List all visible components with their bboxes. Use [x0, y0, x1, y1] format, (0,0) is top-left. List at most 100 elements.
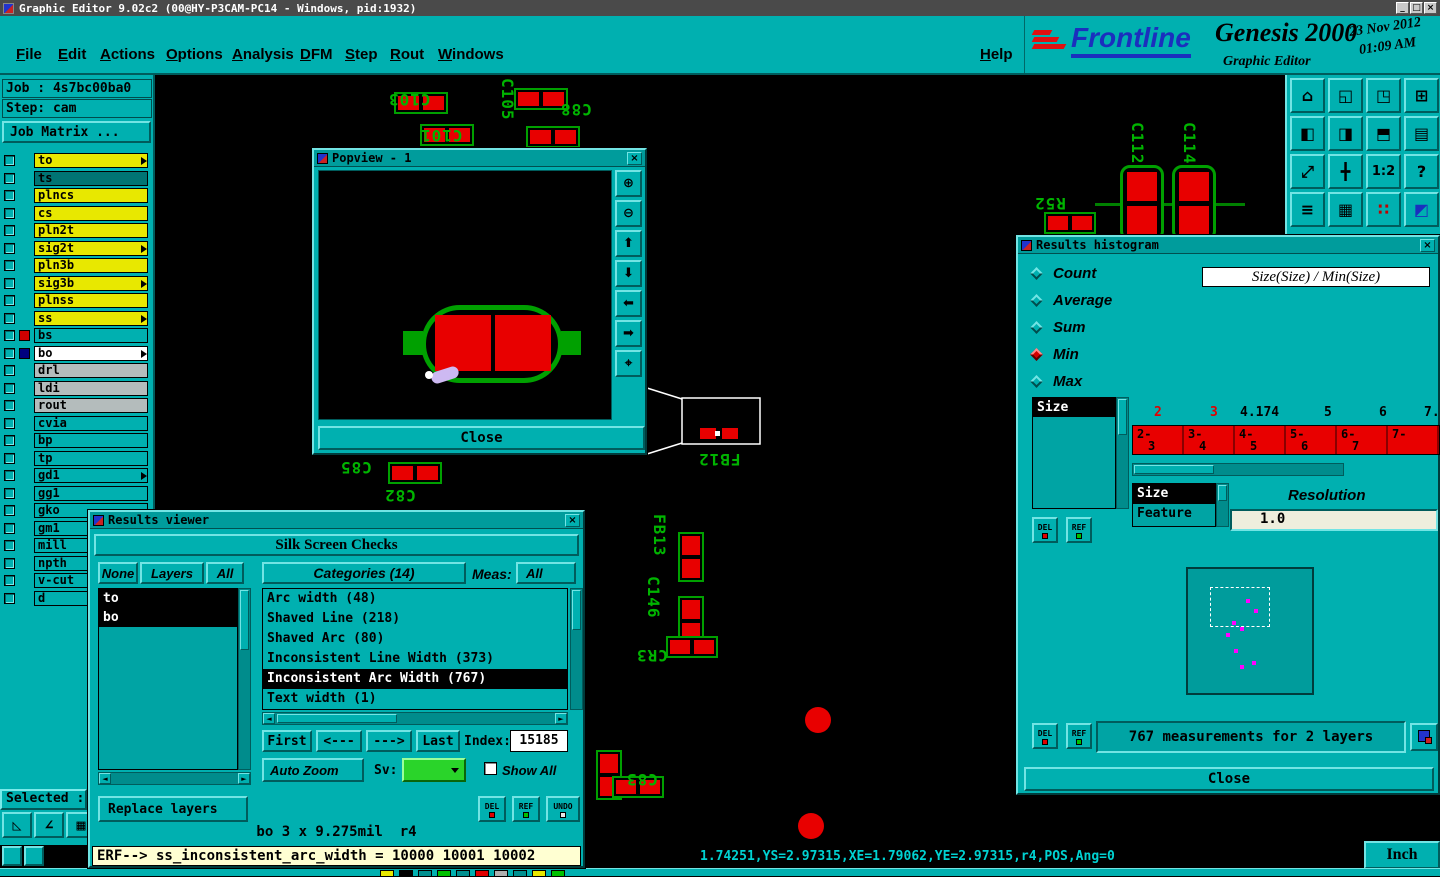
layer-row-tp[interactable]: tp: [0, 450, 155, 468]
tool-pan-center-button[interactable]: ╋: [1328, 154, 1363, 189]
close-button[interactable]: ×: [1424, 2, 1437, 14]
undo-button[interactable]: UNDO: [546, 796, 580, 822]
layer-name[interactable]: drl: [34, 363, 148, 378]
layer-name[interactable]: plnss: [34, 293, 148, 308]
menu-options[interactable]: Options: [166, 46, 223, 63]
layer-checkbox[interactable]: [4, 557, 15, 569]
status-tool-button[interactable]: [2, 846, 22, 866]
layer-checkbox[interactable]: [4, 330, 15, 341]
layer-name[interactable]: cvia: [34, 415, 148, 431]
layer-checkbox[interactable]: [4, 190, 15, 201]
feature-list-item-selected[interactable]: Size: [1133, 484, 1215, 504]
tool-swap-colors-button[interactable]: ◩: [1404, 192, 1439, 227]
popview-pan-right-button[interactable]: ➡: [615, 320, 642, 347]
layer-row-ts[interactable]: ts: [0, 170, 155, 188]
stat-sum[interactable]: Sum: [1030, 319, 1086, 336]
tool-highlight-button[interactable]: ∷: [1366, 192, 1401, 227]
scroll-left-icon[interactable]: ◄: [263, 713, 275, 724]
minimize-button[interactable]: _: [1396, 2, 1409, 14]
layer-name[interactable]: tp: [34, 450, 148, 466]
layer-name[interactable]: to: [34, 153, 148, 168]
layer-row-plncs[interactable]: plncs: [0, 187, 155, 205]
del-button[interactable]: DEL: [1032, 517, 1058, 543]
layer-name[interactable]: gg1: [34, 485, 148, 501]
popview-pan-up-button[interactable]: ⬆: [615, 230, 642, 257]
size-list-item[interactable]: Size: [1033, 398, 1115, 417]
histogram-close-button[interactable]: Close: [1024, 767, 1434, 791]
category-item[interactable]: Inconsistent Line Width (373): [263, 649, 567, 669]
layer-checkbox[interactable]: [4, 260, 15, 271]
scroll-left-icon[interactable]: ◄: [99, 773, 111, 784]
scroll-right-icon[interactable]: ►: [555, 713, 567, 724]
prev-button[interactable]: <---: [316, 730, 362, 752]
layer-name[interactable]: pln3b: [34, 258, 148, 273]
tool-grid-button[interactable]: ▦: [1328, 192, 1363, 227]
tool-zoom-window-button[interactable]: ⬒: [1366, 116, 1401, 151]
layer-row-bs[interactable]: bs: [0, 327, 155, 345]
layer-name[interactable]: pln2t: [34, 223, 148, 238]
category-item[interactable]: Shaved Line (218): [263, 609, 567, 629]
viewer-layer-item[interactable]: to: [99, 589, 237, 608]
layer-checkbox[interactable]: [4, 470, 15, 481]
layer-row-to[interactable]: to: [0, 152, 155, 170]
radio-diamond-icon[interactable]: [1030, 294, 1043, 307]
sv-color-dropdown[interactable]: [402, 758, 466, 782]
feature-list-scrollbar[interactable]: [1216, 483, 1229, 527]
tool-zoom-ratio-button[interactable]: 1:2: [1366, 154, 1401, 189]
layer-row-ldi[interactable]: ldi: [0, 380, 155, 398]
first-button[interactable]: First: [262, 730, 312, 752]
filter-layers-button[interactable]: Layers: [140, 562, 204, 584]
popview-center-button[interactable]: ⌖: [615, 350, 642, 377]
layer-checkbox[interactable]: [4, 417, 15, 429]
menu-file[interactable]: File: [16, 46, 42, 63]
radio-diamond-selected-icon[interactable]: [1030, 348, 1043, 361]
maximize-button[interactable]: □: [1410, 2, 1423, 14]
popview-canvas[interactable]: [318, 170, 612, 420]
layer-name[interactable]: bs: [34, 328, 148, 343]
stat-min-selected[interactable]: Min: [1030, 346, 1079, 363]
window-titlebar[interactable]: Graphic Editor 9.02c2 (00@HY-P3CAM-PC14 …: [0, 0, 1440, 16]
ref-button[interactable]: REF: [1066, 517, 1092, 543]
layer-name[interactable]: bo: [34, 345, 148, 361]
layer-name[interactable]: ss: [34, 310, 148, 326]
tool-pan-left-button[interactable]: ◧: [1290, 116, 1325, 151]
filter-all-button[interactable]: All: [206, 562, 244, 584]
unit-button[interactable]: Inch: [1364, 841, 1440, 869]
menu-help[interactable]: Help: [980, 46, 1013, 63]
layer-checkbox[interactable]: [4, 575, 15, 586]
show-all-checkbox[interactable]: [484, 762, 497, 775]
viewer-layer-item[interactable]: bo: [99, 608, 237, 627]
layer-row-bp[interactable]: bp: [0, 432, 155, 450]
layer-name[interactable]: gd1: [34, 468, 148, 483]
layer-name[interactable]: sig3b: [34, 275, 148, 291]
resolution-value[interactable]: 1.0: [1230, 509, 1438, 531]
filter-none-button[interactable]: None: [98, 562, 138, 584]
scroll-right-icon[interactable]: ►: [238, 773, 250, 784]
layer-row-gg1[interactable]: gg1: [0, 485, 155, 503]
tool-tile-windows-button[interactable]: ⊞: [1404, 78, 1439, 113]
tool-zoom-extents-button[interactable]: ⤢: [1290, 154, 1325, 189]
radio-diamond-icon[interactable]: [1030, 375, 1043, 388]
popview-pan-left-button[interactable]: ⬅: [615, 290, 642, 317]
categories-button[interactable]: Categories (14): [262, 562, 466, 584]
layer-checkbox[interactable]: [4, 435, 15, 446]
layer-name[interactable]: cs: [34, 205, 148, 221]
radio-diamond-icon[interactable]: [1030, 267, 1043, 280]
viewer-layer-scrollbar[interactable]: [238, 588, 251, 770]
replace-layers-dropdown[interactable]: Replace layers: [98, 796, 248, 822]
layer-checkbox[interactable]: [4, 295, 15, 306]
del-button[interactable]: DEL: [1032, 723, 1058, 749]
menu-edit[interactable]: Edit: [58, 46, 86, 63]
tool-view-home-button[interactable]: ⌂: [1290, 78, 1325, 113]
feature-list-item[interactable]: Feature: [1133, 504, 1215, 524]
layer-checkbox[interactable]: [4, 400, 15, 411]
menu-dfm[interactable]: DFM: [300, 46, 333, 63]
status-tool-button[interactable]: [24, 846, 44, 866]
tool-print-button[interactable]: ≡: [1290, 192, 1325, 227]
layer-row-cs[interactable]: cs: [0, 205, 155, 223]
layer-row-bo[interactable]: bo: [0, 345, 155, 363]
index-field[interactable]: 15185: [510, 730, 568, 752]
layer-name[interactable]: rout: [34, 398, 148, 413]
popview-titlebar[interactable]: Popview - 1 ×: [314, 150, 645, 167]
last-button[interactable]: Last: [416, 730, 460, 752]
